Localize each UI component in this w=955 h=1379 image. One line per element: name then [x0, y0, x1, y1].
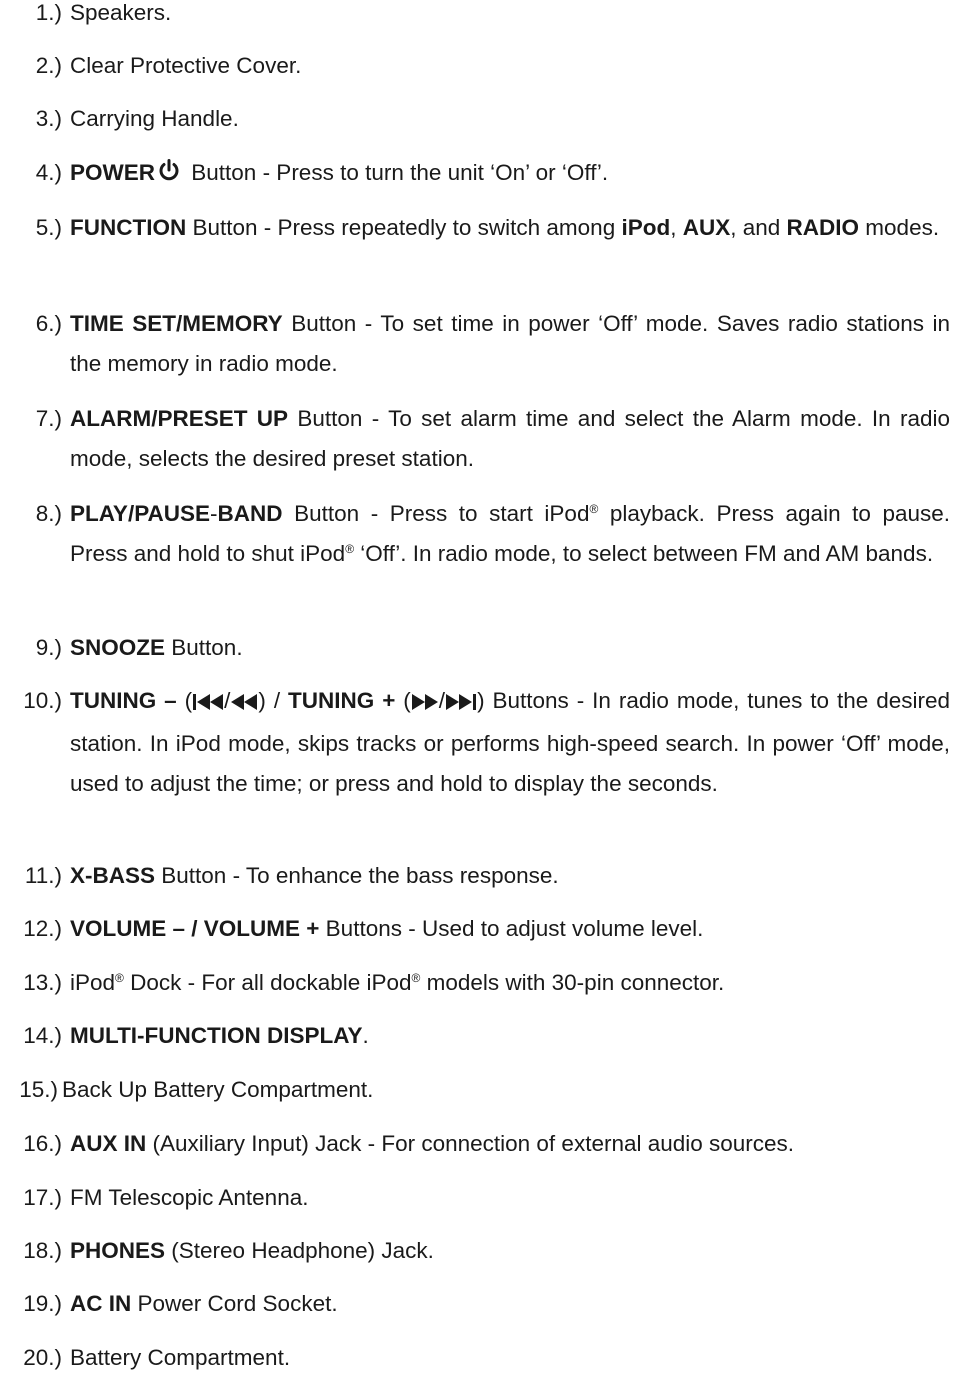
text-run: Button - Press to turn the unit ‘On’ or …	[185, 160, 609, 185]
item-number: 12.)	[23, 916, 62, 941]
text-run: Battery Compartment.	[70, 1345, 291, 1370]
item-number: 1.)	[35, 0, 62, 25]
text-run: Back Up Battery Compartment.	[62, 1077, 374, 1102]
text-run: modes.	[859, 215, 940, 240]
item-number: 19.)	[23, 1291, 62, 1316]
item-number: 10.)	[23, 688, 62, 713]
text-run: ‘Off’. In radio mode, to select between …	[354, 541, 934, 566]
item-description: Clear Protective Cover.	[70, 46, 950, 86]
item-description: Speakers.	[70, 0, 950, 33]
item-description: POWER Button - Press to turn the unit ‘O…	[70, 153, 950, 196]
text-run: Clear Protective Cover.	[70, 53, 302, 78]
item-number: 2.)	[35, 53, 62, 78]
bold-label: SNOOZE	[70, 635, 166, 660]
item-description: TIME SET/MEMORY Button - To set time in …	[70, 304, 950, 384]
item-description: AUX IN (Auxiliary Input) Jack - For conn…	[70, 1124, 950, 1164]
text-run: Speakers.	[70, 0, 172, 25]
bold-label: TUNING –	[70, 688, 177, 713]
text-run: Carrying Handle.	[70, 106, 239, 131]
registered-mark: ®	[115, 971, 124, 985]
text-run: Power Cord Socket.	[131, 1291, 338, 1316]
text-run: Dock - For all dockable iPod	[123, 970, 412, 995]
text-run: (Auxiliary Input) Jack - For connection …	[146, 1131, 795, 1156]
item-number: 8.)	[35, 501, 62, 526]
text-run: Button - Press to start iPod	[282, 501, 590, 526]
item-description: AC IN Power Cord Socket.	[70, 1284, 950, 1324]
item-description: MULTI-FUNCTION DISPLAY.	[70, 1016, 950, 1056]
text-run: ,	[670, 215, 683, 240]
item-number: 15.)	[19, 1077, 58, 1102]
bold-label: TUNING +	[288, 688, 396, 713]
skip-back-icon	[192, 684, 224, 724]
item-number: 7.)	[35, 406, 62, 431]
item-number: 13.)	[23, 970, 62, 995]
text-run: .	[362, 1023, 369, 1048]
text-run: FM Telescopic Antenna.	[70, 1185, 309, 1210]
item-description: ALARM/PRESET UP Button - To set alarm ti…	[70, 399, 950, 479]
item-number: 16.)	[23, 1131, 62, 1156]
bold-label: ALARM/PRESET UP	[70, 406, 289, 431]
item-description: PLAY/PAUSE-BAND Button - Press to start …	[70, 494, 950, 574]
item-description: FUNCTION Button - Press repeatedly to sw…	[70, 208, 950, 248]
power-icon	[157, 156, 181, 196]
text-run: (Stereo Headphone) Jack.	[165, 1238, 434, 1263]
text-run: Buttons - Used to adjust volume level.	[319, 916, 704, 941]
rewind-icon	[230, 684, 258, 724]
item-number: 3.)	[35, 106, 62, 131]
text-run: models with 30-pin connector.	[420, 970, 725, 995]
bold-label: VOLUME – / VOLUME +	[70, 916, 320, 941]
bold-label: RADIO	[786, 215, 860, 240]
bold-label: X-BASS	[70, 863, 156, 888]
bold-label: MULTI-FUNCTION DISPLAY	[70, 1023, 363, 1048]
bold-label: BAND	[217, 501, 283, 526]
bold-label: AC IN	[70, 1291, 132, 1316]
item-number: 9.)	[35, 635, 62, 660]
item-description: Carrying Handle.	[70, 99, 950, 139]
bold-label: FUNCTION	[70, 215, 187, 240]
item-description: Battery Compartment.	[70, 1338, 950, 1378]
text-run: iPod	[70, 970, 116, 995]
item-description: PHONES (Stereo Headphone) Jack.	[70, 1231, 950, 1271]
fast-forward-icon	[411, 684, 439, 724]
text-run: Button - Press repeatedly to switch amon…	[186, 215, 622, 240]
item-number: 20.)	[23, 1345, 62, 1370]
text-run: Button.	[165, 635, 243, 660]
bold-label: PLAY/PAUSE	[70, 501, 211, 526]
text-run: ) /	[258, 688, 289, 713]
text-run: -	[210, 501, 218, 526]
item-number: 4.)	[35, 160, 62, 185]
item-description: TUNING – (/) / TUNING + (/) Buttons - In…	[70, 681, 950, 804]
item-number: 11.)	[24, 863, 62, 888]
item-description: Back Up Battery Compartment.	[62, 1070, 942, 1110]
bold-label: POWER	[70, 160, 156, 185]
registered-mark: ®	[345, 542, 355, 556]
item-number: 18.)	[23, 1238, 62, 1263]
bold-label: AUX	[682, 215, 731, 240]
text-run: (	[395, 688, 411, 713]
registered-mark: ®	[589, 502, 599, 516]
item-number: 14.)	[23, 1023, 62, 1048]
item-description: X-BASS Button - To enhance the bass resp…	[70, 856, 950, 896]
item-number: 6.)	[35, 311, 62, 336]
text-run: Button - To enhance the bass response.	[155, 863, 559, 888]
item-number: 17.)	[23, 1185, 62, 1210]
bold-label: iPod	[621, 215, 671, 240]
bold-label: TIME SET/MEMORY	[70, 311, 283, 336]
bold-label: AUX IN	[70, 1131, 147, 1156]
item-description: VOLUME – / VOLUME + Buttons - Used to ad…	[70, 909, 950, 949]
item-description: SNOOZE Button.	[70, 628, 950, 668]
bold-label: PHONES	[70, 1238, 166, 1263]
item-description: iPod® Dock - For all dockable iPod® mode…	[70, 963, 950, 1003]
item-number: 5.)	[35, 215, 62, 240]
text-run: (	[176, 688, 193, 713]
skip-forward-icon	[445, 684, 477, 724]
item-description: FM Telescopic Antenna.	[70, 1178, 950, 1218]
text-run: , and	[730, 215, 787, 240]
